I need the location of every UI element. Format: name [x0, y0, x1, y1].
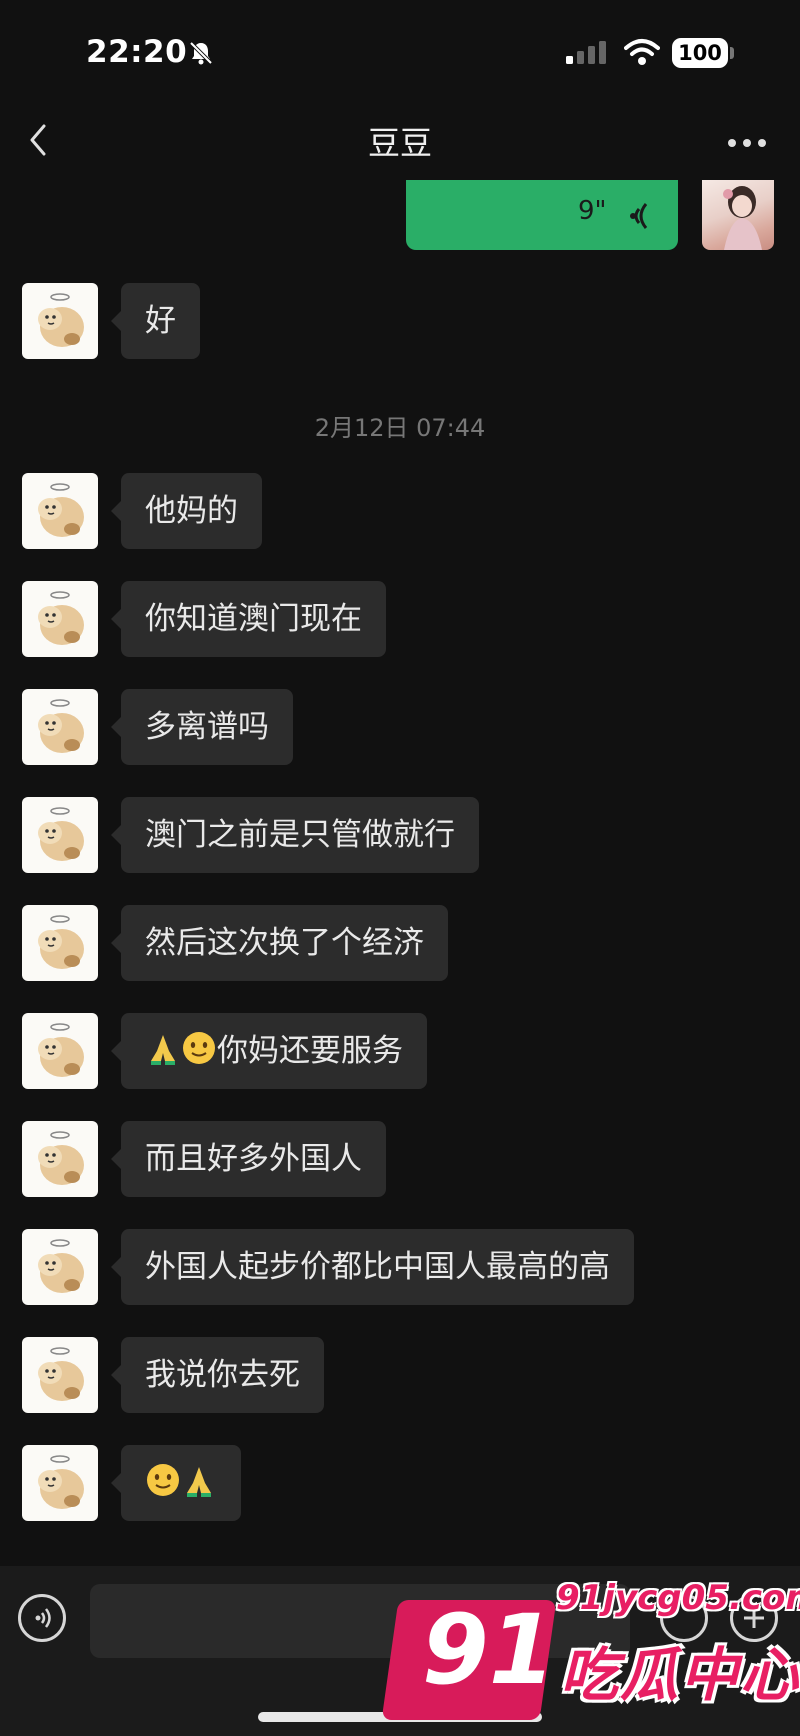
cat-sticker-icon	[38, 915, 84, 969]
message-bubble[interactable]	[111, 1445, 241, 1521]
voice-input-button[interactable]	[18, 1594, 66, 1642]
sent-voice-message[interactable]: 9"	[406, 180, 678, 250]
contact-avatar[interactable]	[22, 1445, 98, 1521]
cat-sticker-icon	[38, 699, 84, 753]
message-bubble[interactable]: 外国人起步价都比中国人最高的高	[111, 1229, 634, 1305]
message-text: 你妈还要服务	[217, 1033, 403, 1069]
chat-header: 豆豆	[0, 100, 800, 180]
message-text: 我说你去死	[145, 1357, 300, 1393]
message-text: 澳门之前是只管做就行	[145, 817, 455, 853]
message-bubble[interactable]: 然后这次换了个经济	[111, 905, 448, 981]
watermark-name: 吃瓜中心	[560, 1641, 800, 1709]
cat-sticker-icon	[38, 293, 84, 347]
message-bubble[interactable]: 澳门之前是只管做就行	[111, 797, 479, 873]
voice-wave-icon	[35, 1608, 51, 1628]
message-bubble[interactable]: 多离谱吗	[111, 689, 293, 765]
battery-indicator: 100	[672, 38, 728, 68]
voice-duration: 9"	[578, 196, 607, 226]
message-bubble[interactable]: 我说你去死	[111, 1337, 324, 1413]
contact-avatar[interactable]	[22, 1013, 98, 1089]
message-bubble[interactable]: 而且好多外国人	[111, 1121, 386, 1197]
cat-sticker-icon	[38, 1455, 84, 1509]
message-text: 外国人起步价都比中国人最高的高	[145, 1249, 610, 1285]
contact-avatar[interactable]	[22, 905, 98, 981]
watermark-domain: 91jycg05.com	[556, 1578, 800, 1618]
mute-bell-icon	[189, 41, 213, 65]
chat-title: 豆豆	[367, 124, 432, 162]
clock: 22:20	[86, 34, 188, 70]
watermark-logo-number: 91	[422, 1594, 556, 1706]
cat-sticker-icon	[38, 807, 84, 861]
cellular-signal-icon	[566, 41, 606, 64]
chat-timestamp: 2月12日 07:44	[314, 414, 486, 442]
contact-avatar[interactable]	[22, 797, 98, 873]
contact-avatar[interactable]	[22, 1337, 98, 1413]
pray-emoji-icon	[151, 1035, 175, 1065]
battery-tip	[730, 47, 734, 59]
message-bubble[interactable]: 他妈的	[111, 473, 262, 549]
cat-sticker-icon	[38, 483, 84, 537]
message-text: 他妈的	[145, 493, 238, 529]
smile-emoji-icon	[183, 1032, 215, 1064]
message-text: 然后这次换了个经济	[145, 925, 424, 961]
cat-sticker-icon	[38, 1023, 84, 1077]
message-bubble[interactable]: 你妈还要服务	[111, 1013, 427, 1089]
contact-avatar[interactable]	[22, 689, 98, 765]
battery-level: 100	[678, 41, 722, 65]
cat-sticker-icon	[38, 1239, 84, 1293]
avatar-photo-icon	[723, 186, 762, 250]
contact-avatar[interactable]	[22, 283, 98, 359]
wifi-icon	[624, 39, 660, 65]
message-text: 而且好多外国人	[145, 1141, 362, 1177]
contact-avatar[interactable]	[22, 581, 98, 657]
message-bubble[interactable]: 你知道澳门现在	[111, 581, 386, 657]
contact-avatar[interactable]	[22, 473, 98, 549]
smile-emoji-icon	[147, 1464, 179, 1496]
contact-avatar[interactable]	[22, 1229, 98, 1305]
pray-emoji-icon	[187, 1467, 211, 1497]
my-avatar[interactable]	[702, 180, 774, 250]
voice-wave-icon	[630, 203, 648, 229]
message-text: 你知道澳门现在	[145, 601, 362, 637]
message-text: 多离谱吗	[145, 709, 269, 745]
contact-avatar[interactable]	[22, 1121, 98, 1197]
cat-sticker-icon	[38, 1131, 84, 1185]
more-options-icon[interactable]	[727, 138, 767, 148]
cat-sticker-icon	[38, 591, 84, 645]
cat-sticker-icon	[38, 1347, 84, 1401]
message-text: 好	[145, 303, 176, 339]
status-bar: 22:20 100	[0, 0, 800, 100]
message-bubble[interactable]: 好	[111, 283, 200, 359]
